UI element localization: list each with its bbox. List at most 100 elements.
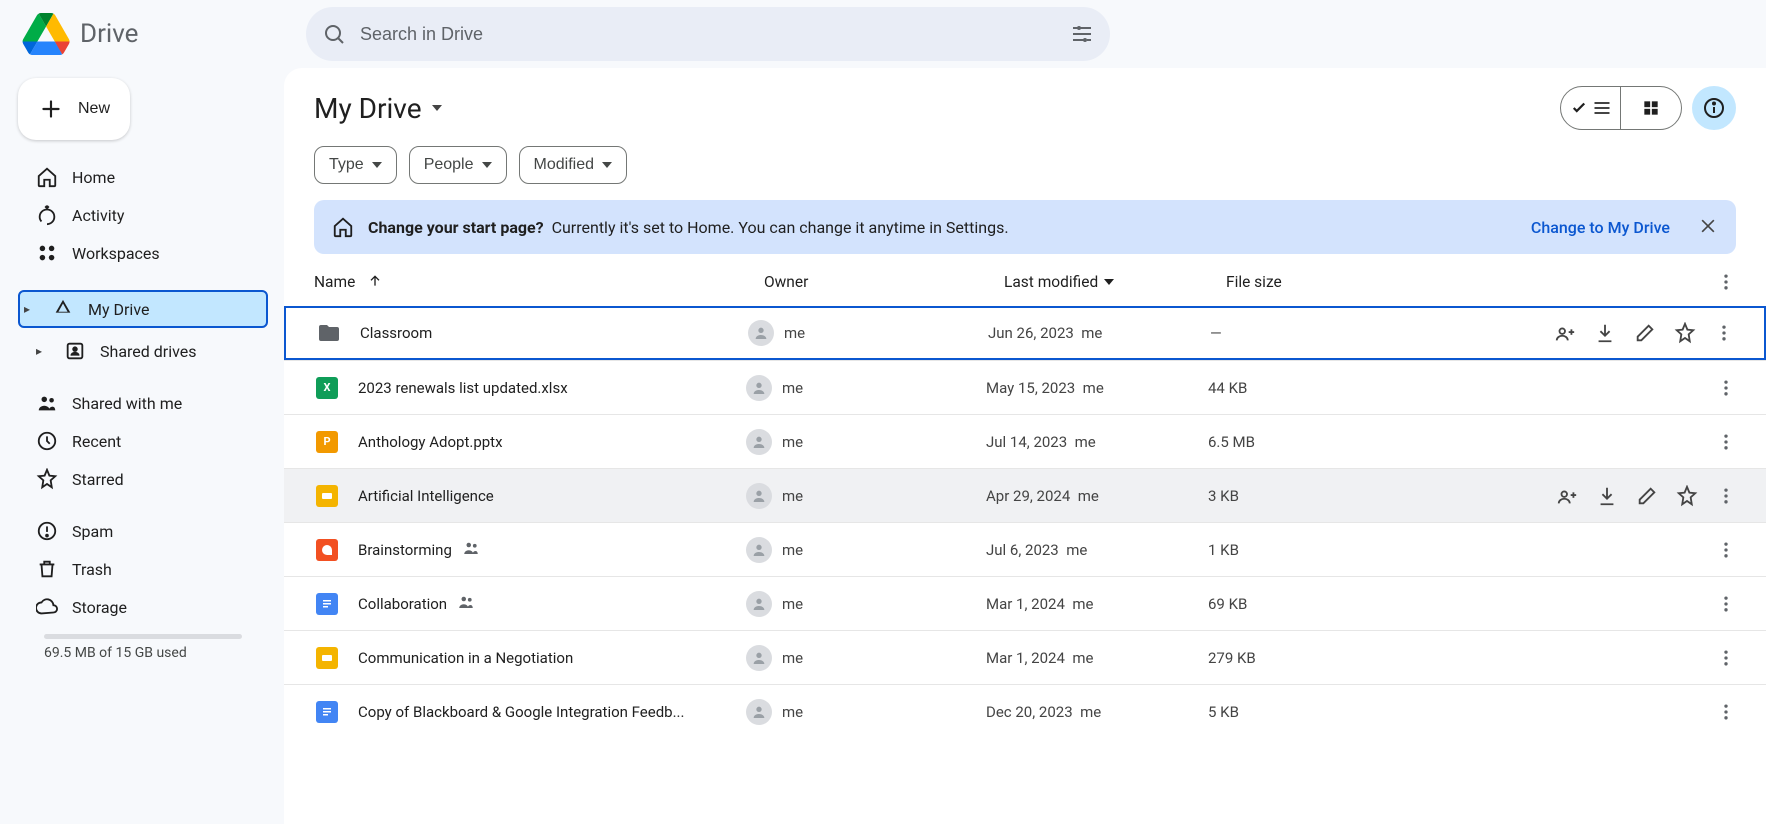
- avatar: [746, 483, 772, 509]
- expand-icon[interactable]: ▸: [36, 344, 50, 358]
- by-text: me: [1066, 541, 1087, 559]
- star-icon[interactable]: [1674, 322, 1696, 344]
- file-type-icon: [314, 484, 340, 508]
- more-icon[interactable]: [1716, 486, 1736, 506]
- download-icon[interactable]: [1594, 322, 1616, 344]
- sidebar-item-starred[interactable]: Starred: [18, 460, 268, 498]
- table-row[interactable]: Communication in a Negotiation me Mar 1,…: [284, 630, 1766, 684]
- owner-text: me: [782, 595, 803, 613]
- sidebar-item-recent[interactable]: Recent: [18, 422, 268, 460]
- owner-text: me: [782, 379, 803, 397]
- table-row[interactable]: Collaboration me Mar 1, 2024 me 69 KB: [284, 576, 1766, 630]
- shared-icon: [462, 539, 480, 561]
- search-icon[interactable]: [322, 22, 346, 46]
- file-name: Classroom: [360, 324, 432, 342]
- col-size[interactable]: File size: [1226, 273, 1282, 291]
- new-button[interactable]: New: [18, 78, 130, 140]
- more-icon[interactable]: [1716, 648, 1736, 668]
- file-name: Anthology Adopt.pptx: [358, 433, 503, 451]
- star-icon[interactable]: [1676, 485, 1698, 507]
- date-text: Dec 20, 2023: [986, 703, 1073, 721]
- size-text: 3 KB: [1208, 487, 1328, 505]
- storage-text: 69.5 MB of 15 GB used: [44, 645, 268, 661]
- date-text: Mar 1, 2024: [986, 595, 1065, 613]
- more-icon[interactable]: [1714, 323, 1734, 343]
- filter-type[interactable]: Type: [314, 146, 397, 184]
- sidebar-item-mydrive[interactable]: ▸ My Drive: [18, 290, 268, 328]
- table-row[interactable]: X 2023 renewals list updated.xlsx me May…: [284, 360, 1766, 414]
- owner-text: me: [782, 649, 803, 667]
- more-icon[interactable]: [1716, 594, 1736, 614]
- file-name: Brainstorming: [358, 541, 452, 559]
- by-text: me: [1081, 324, 1102, 342]
- table-row[interactable]: Classroom me Jun 26, 2023 me —: [284, 306, 1766, 360]
- chevron-down-icon: [372, 162, 382, 168]
- more-icon[interactable]: [1716, 702, 1736, 722]
- sidebar: New Home Activity Workspaces ▸ My Drive …: [0, 68, 284, 824]
- date-text: Jun 26, 2023: [988, 324, 1074, 342]
- search-bar[interactable]: [306, 7, 1110, 61]
- avatar: [746, 429, 772, 455]
- chevron-down-icon[interactable]: [1104, 279, 1114, 285]
- info-button[interactable]: [1692, 86, 1736, 130]
- home-icon: [332, 216, 354, 238]
- sidebar-item-spam[interactable]: Spam: [18, 512, 268, 550]
- list-view-button[interactable]: [1561, 87, 1621, 129]
- rename-icon[interactable]: [1634, 322, 1656, 344]
- avatar: [746, 645, 772, 671]
- share-icon[interactable]: [1556, 485, 1578, 507]
- sidebar-item-trash[interactable]: Trash: [18, 550, 268, 588]
- table-row[interactable]: Artificial Intelligence me Apr 29, 2024 …: [284, 468, 1766, 522]
- file-type-icon: [316, 321, 342, 345]
- sidebar-item-shareddrives[interactable]: ▸ Shared drives: [18, 332, 268, 370]
- col-modified[interactable]: Last modified: [1004, 273, 1098, 291]
- owner-text: me: [782, 487, 803, 505]
- search-input[interactable]: [360, 24, 1056, 45]
- file-type-icon: [314, 592, 340, 616]
- title-dropdown-icon[interactable]: [432, 105, 442, 111]
- filter-people[interactable]: People: [409, 146, 507, 184]
- shared-icon: [457, 593, 475, 615]
- sidebar-item-activity[interactable]: Activity: [18, 196, 268, 234]
- banner-close-icon[interactable]: [1698, 216, 1718, 239]
- owner-text: me: [782, 541, 803, 559]
- table-row[interactable]: Brainstorming me Jul 6, 2023 me 1 KB: [284, 522, 1766, 576]
- sort-asc-icon[interactable]: [367, 273, 383, 293]
- sidebar-item-storage[interactable]: Storage: [18, 588, 268, 626]
- size-text: 44 KB: [1208, 379, 1328, 397]
- col-owner[interactable]: Owner: [764, 273, 808, 291]
- search-options-icon[interactable]: [1070, 22, 1094, 46]
- table-row[interactable]: Copy of Blackboard & Google Integration …: [284, 684, 1766, 738]
- banner-text: Change your start page? Currently it's s…: [368, 218, 1009, 237]
- more-icon[interactable]: [1716, 540, 1736, 560]
- avatar: [746, 591, 772, 617]
- table-row[interactable]: P Anthology Adopt.pptx me Jul 14, 2023 m…: [284, 414, 1766, 468]
- sidebar-item-home[interactable]: Home: [18, 158, 268, 196]
- start-page-banner: Change your start page? Currently it's s…: [314, 200, 1736, 254]
- date-text: Mar 1, 2024: [986, 649, 1065, 667]
- file-name: Copy of Blackboard & Google Integration …: [358, 703, 684, 721]
- size-text: 279 KB: [1208, 649, 1328, 667]
- filter-modified[interactable]: Modified: [519, 146, 627, 184]
- owner-text: me: [782, 433, 803, 451]
- expand-icon[interactable]: ▸: [24, 302, 38, 316]
- page-title[interactable]: My Drive: [314, 92, 422, 125]
- rename-icon[interactable]: [1636, 485, 1658, 507]
- size-text: 69 KB: [1208, 595, 1328, 613]
- avatar: [748, 320, 774, 346]
- banner-action[interactable]: Change to My Drive: [1531, 218, 1670, 237]
- sidebar-item-sharedwithme[interactable]: Shared with me: [18, 384, 268, 422]
- header-more-icon[interactable]: [1716, 272, 1736, 292]
- share-icon[interactable]: [1554, 322, 1576, 344]
- more-icon[interactable]: [1716, 378, 1736, 398]
- col-name[interactable]: Name: [314, 273, 355, 291]
- logo-area[interactable]: Drive: [22, 13, 284, 55]
- size-text: 6.5 MB: [1208, 433, 1328, 451]
- by-text: me: [1083, 379, 1104, 397]
- file-name: 2023 renewals list updated.xlsx: [358, 379, 568, 397]
- grid-view-button[interactable]: [1621, 87, 1681, 129]
- more-icon[interactable]: [1716, 432, 1736, 452]
- owner-text: me: [784, 324, 805, 342]
- sidebar-item-workspaces[interactable]: Workspaces: [18, 234, 268, 272]
- download-icon[interactable]: [1596, 485, 1618, 507]
